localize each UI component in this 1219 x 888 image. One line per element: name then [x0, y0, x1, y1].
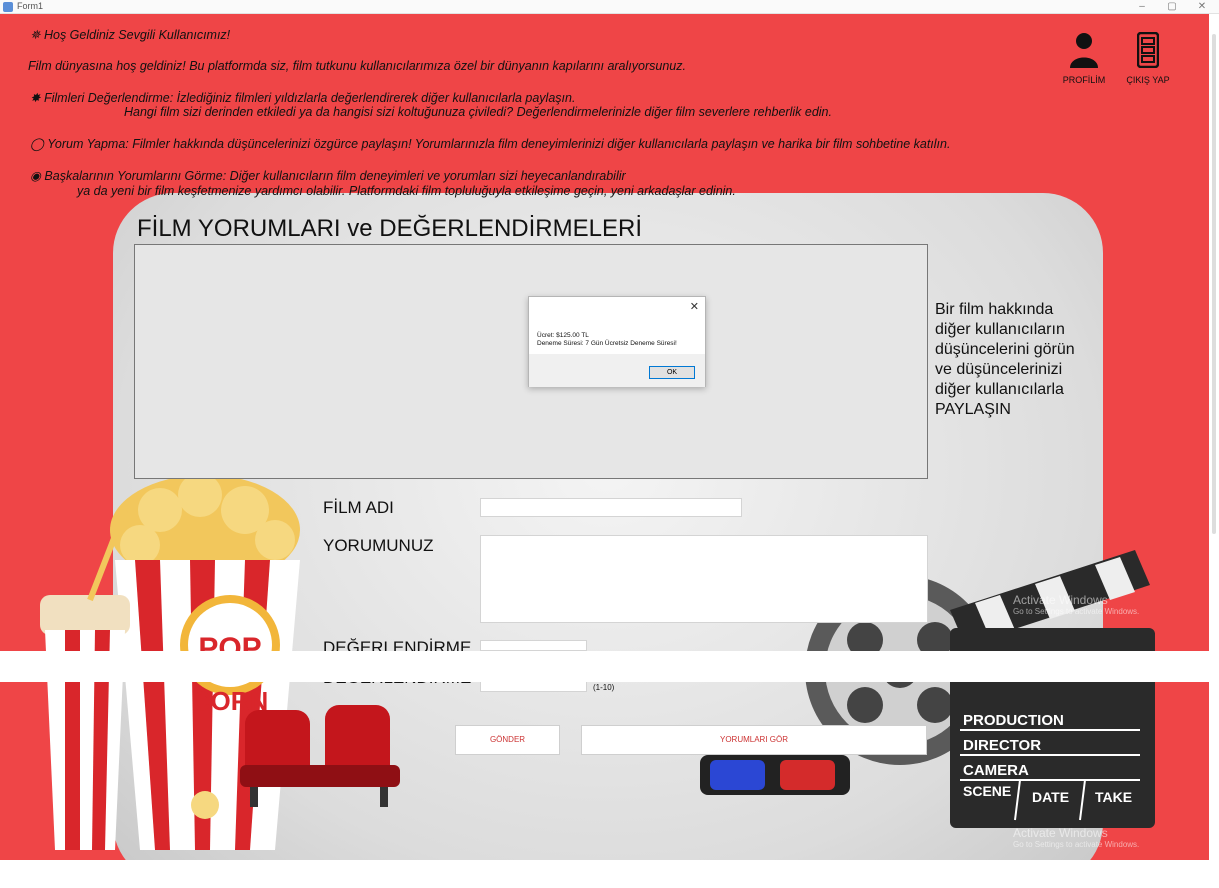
dialog-footer: OK: [529, 354, 705, 387]
maximize-button[interactable]: ▢: [1157, 0, 1187, 14]
welcome-text: ✵ Hoş Geldiniz Sevgili Kullanıcımız!: [30, 27, 230, 42]
clapper-camera-text: CAMERA: [963, 762, 1029, 779]
page-title: FİLM YORUMLARI ve DEĞERLENDİRMELERİ: [137, 215, 642, 242]
comment-label: YORUMUNUZ: [323, 536, 434, 555]
activation-watermark-bottom: Activate Windows Go to Settings to activ…: [1013, 826, 1139, 849]
dialog-trial-line: Deneme Süresi: 7 Gün Ücretsiz Deneme Sür…: [537, 340, 677, 347]
sparkle-icon: ✵: [30, 28, 41, 42]
exit-label: ÇIKIŞ YAP: [1126, 75, 1170, 85]
app-icon: [3, 2, 13, 12]
clapper-director-text: DIRECTOR: [963, 737, 1041, 754]
user-icon: [1070, 33, 1098, 68]
title-bar: Form1 – ▢ ✕: [0, 0, 1219, 14]
film-name-input[interactable]: [480, 498, 742, 517]
activation-watermark-top: Activate Windows Go to Settings to activ…: [1013, 593, 1139, 616]
profile-label: PROFİLİM: [1062, 75, 1106, 85]
watermark-title-top: Activate Windows: [1013, 593, 1108, 607]
comment-info-line: Yorum Yapma: Filmler hakkında düşünceler…: [47, 137, 951, 151]
bottom-margin: [0, 860, 1219, 888]
eyes-icon: ◉: [30, 169, 41, 183]
send-button[interactable]: GÖNDER: [455, 725, 560, 755]
app-window: POP CORN PRODUCTION DIRECTOR CAMERA SCEN…: [0, 0, 1219, 888]
rating-info-line2: Hangi film sizi derinden etkiledi ya da …: [124, 105, 832, 119]
message-dialog: ✕ Ücret: $125.00 TL Deneme Süresi: 7 Gün…: [528, 296, 706, 387]
side-note-text: Bir film hakkında diğer kullanıcıların d…: [935, 301, 1075, 418]
window-title: Form1: [17, 1, 44, 11]
view-comments-button[interactable]: YORUMLARI GÖR: [581, 725, 927, 755]
rating-info-text: ✸ Filmleri Değerlendirme: İzlediğiniz fi…: [30, 90, 575, 105]
comment-info-text: ◯ Yorum Yapma: Filmler hakkında düşüncel…: [30, 136, 950, 151]
clapper-scene-text: SCENE: [963, 783, 1011, 799]
dialog-price-line: Ücret: $125.00 TL: [537, 332, 589, 339]
dialog-message: Ücret: $125.00 TL Deneme Süresi: 7 Gün Ü…: [537, 332, 677, 348]
others-info-text: ◉ Başkalarının Yorumlarını Görme: Diğer …: [30, 168, 626, 183]
watermark-title-bottom: Activate Windows: [1013, 826, 1108, 840]
cinema-seats-illustration: [240, 705, 400, 807]
rating-range-hint: (1-10): [593, 683, 615, 692]
close-button[interactable]: ✕: [1187, 0, 1217, 14]
speech-bubble-icon: ◯: [30, 137, 44, 151]
film-name-label: FİLM ADI: [323, 498, 394, 517]
intro-text: Film dünyasına hoş geldiniz! Bu platform…: [28, 59, 686, 73]
rating-info-line1: Filmleri Değerlendirme: İzlediğiniz film…: [43, 91, 576, 105]
welcome-label: Hoş Geldiniz Sevgili Kullanıcımız!: [43, 28, 231, 42]
rating-input[interactable]: [480, 682, 587, 692]
scrollbar[interactable]: [1212, 34, 1216, 534]
others-info-line1: Başkalarının Yorumlarını Görme: Diğer ku…: [44, 169, 626, 183]
clapper-date-text: DATE: [1032, 789, 1069, 805]
window-right-border: [1209, 14, 1219, 888]
star-icon: ✸: [30, 91, 41, 105]
dialog-close-icon[interactable]: ✕: [690, 300, 699, 313]
clapper-production-text: PRODUCTION: [963, 712, 1064, 729]
rating-input-top: [480, 640, 587, 651]
exit-door-icon: [1137, 32, 1159, 68]
rating-label-top: DEĞERLENDİRME: [323, 638, 472, 651]
clapperboard-illustration: PRODUCTION DIRECTOR CAMERA SCENE DATE TA…: [950, 550, 1155, 828]
screenshot-seam: [0, 651, 1219, 682]
profile-button[interactable]: PROFİLİM: [1058, 30, 1110, 85]
comment-textarea[interactable]: [480, 535, 928, 623]
exit-button[interactable]: ÇIKIŞ YAP: [1118, 30, 1178, 85]
others-info-line2: ya da yeni bir film keşfetmenize yardımc…: [77, 184, 736, 198]
minimize-button[interactable]: –: [1127, 0, 1157, 14]
clapper-take-text: TAKE: [1095, 789, 1132, 805]
watermark-sub-bottom: Go to Settings to activate Windows.: [1013, 840, 1140, 849]
dialog-ok-button[interactable]: OK: [649, 366, 695, 379]
watermark-sub-top: Go to Settings to activate Windows.: [1013, 607, 1140, 616]
